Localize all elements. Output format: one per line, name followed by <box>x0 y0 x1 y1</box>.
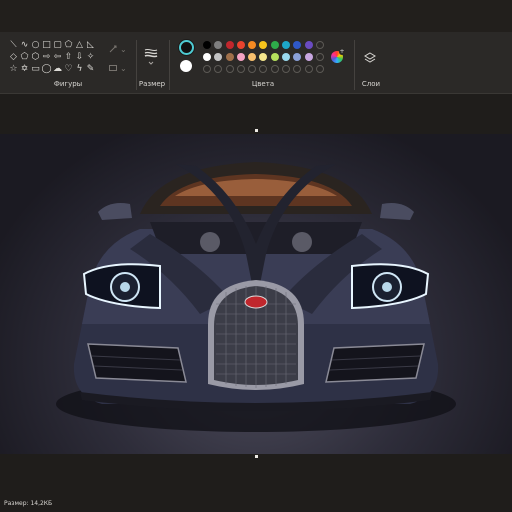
color-swatch[interactable] <box>259 53 268 61</box>
primary-color-swatch[interactable] <box>179 40 194 55</box>
color-swatch[interactable] <box>225 53 234 61</box>
custom-color-slot[interactable] <box>304 65 313 73</box>
color-swatch[interactable] <box>225 41 234 49</box>
title-bar <box>0 0 512 32</box>
color-swatch[interactable] <box>270 41 279 49</box>
color-swatch[interactable] <box>282 41 291 49</box>
five-point-star-shape-icon[interactable]: ☆ <box>8 63 19 75</box>
custom-color-slot[interactable] <box>248 65 257 73</box>
size-group-label: Размер <box>138 80 166 88</box>
polygon-shape-icon[interactable]: ⬠ <box>63 39 74 51</box>
arrow-left-shape-icon[interactable]: ⇦ <box>52 51 63 63</box>
arrow-down-shape-icon[interactable]: ⇩ <box>74 51 85 63</box>
custom-color-slot[interactable] <box>225 65 234 73</box>
resize-handle-top[interactable] <box>255 129 258 132</box>
color-swatch[interactable] <box>203 53 211 61</box>
divider <box>169 40 170 90</box>
curve-shape-icon[interactable]: ∿ <box>19 39 30 51</box>
color-swatch[interactable] <box>214 41 223 49</box>
layers-group-label: Слои <box>361 80 381 88</box>
secondary-color-swatch[interactable] <box>180 60 192 72</box>
custom-color-slot[interactable] <box>315 53 324 61</box>
shapes-group-label: Фигуры <box>53 80 83 88</box>
status-bar <box>0 494 512 512</box>
color-swatch[interactable] <box>248 53 257 61</box>
color-palette <box>203 41 324 73</box>
hexagon-shape-icon[interactable]: ⬡ <box>30 51 41 63</box>
chevron-down-icon: ⌄ <box>120 44 127 54</box>
custom-color-slot[interactable] <box>259 65 268 73</box>
color-swatch[interactable] <box>248 41 257 49</box>
cloud-callout-shape-icon[interactable]: ☁ <box>52 63 63 75</box>
pentagon-shape-icon[interactable]: ⬠ <box>19 51 30 63</box>
oval-shape-icon[interactable]: ○ <box>30 39 41 51</box>
brush-size-icon[interactable] <box>143 46 159 66</box>
right-triangle-shape-icon[interactable]: ◺ <box>85 39 96 51</box>
custom-color-slot[interactable] <box>203 65 211 73</box>
rectangle-shape-icon[interactable]: □ <box>41 39 52 51</box>
color-swatch[interactable] <box>259 41 268 49</box>
rounded-callout-shape-icon[interactable]: ▭ <box>30 63 41 75</box>
custom-color-slot[interactable] <box>293 65 302 73</box>
custom-color-slot[interactable] <box>315 41 324 49</box>
lightning-shape-icon[interactable]: ϟ <box>74 63 85 75</box>
color-swatch[interactable] <box>293 41 302 49</box>
oval-callout-shape-icon[interactable]: ◯ <box>41 63 52 75</box>
divider <box>136 40 137 90</box>
rounded-rectangle-shape-icon[interactable]: ▢ <box>52 39 63 51</box>
diamond-shape-icon[interactable]: ◇ <box>8 51 19 63</box>
chevron-down-icon: ⌄ <box>120 63 127 73</box>
color-swatch[interactable] <box>214 53 223 61</box>
four-point-star-shape-icon[interactable]: ✧ <box>85 51 96 63</box>
triangle-shape-icon[interactable]: △ <box>74 39 85 51</box>
add-color-icon: + <box>339 48 345 55</box>
arrow-up-shape-icon[interactable]: ⇧ <box>63 51 74 63</box>
divider <box>354 40 355 90</box>
custom-color-slot[interactable] <box>315 65 324 73</box>
custom-color-slot[interactable] <box>282 65 291 73</box>
colors-group-label: Цвета <box>251 80 275 88</box>
fill-icon[interactable]: ⌄ <box>108 61 132 75</box>
six-point-star-shape-icon[interactable]: ✡ <box>19 63 30 75</box>
shapes-gallery: ⟍ ∿ ○ □ ▢ ⬠ △ ◺ ◇ ⬠ ⬡ ⇨ ⇦ ⇧ ⇩ ✧ ☆ ✡ ▭ ◯ ☁ ♡ ϟ ✎ <box>8 39 100 75</box>
color-swatch[interactable] <box>304 41 313 49</box>
layers-icon[interactable] <box>363 51 377 65</box>
color-swatch[interactable] <box>304 53 313 61</box>
car-illustration <box>56 162 456 432</box>
heart-shape-icon[interactable]: ♡ <box>63 63 74 75</box>
image-size-text: Размер: 14,2КБ <box>4 500 53 507</box>
color-swatch[interactable] <box>282 53 291 61</box>
custom-color-slot[interactable] <box>270 65 279 73</box>
arrow-right-shape-icon[interactable]: ⇨ <box>41 51 52 63</box>
custom-color-slot[interactable] <box>236 65 245 73</box>
color-swatch[interactable] <box>270 53 279 61</box>
outline-icon[interactable]: ⌄ <box>108 42 132 56</box>
canvas-image-car[interactable] <box>0 134 512 454</box>
color-swatch[interactable] <box>236 53 245 61</box>
color-swatch[interactable] <box>203 41 211 49</box>
color-swatch[interactable] <box>236 41 245 49</box>
line-shape-icon[interactable]: ⟍ <box>8 39 19 51</box>
color-swatch[interactable] <box>293 53 302 61</box>
pencil-shape-icon[interactable]: ✎ <box>85 63 96 75</box>
custom-color-slot[interactable] <box>214 65 223 73</box>
resize-handle-bottom[interactable] <box>255 455 258 458</box>
